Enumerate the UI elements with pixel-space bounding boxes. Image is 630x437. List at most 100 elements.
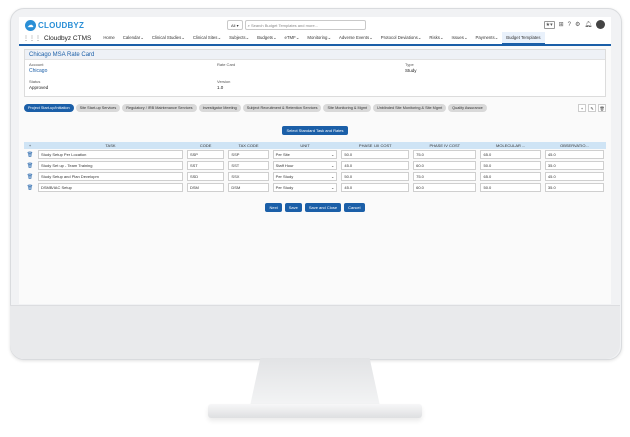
category-tab[interactable]: Quality Assurance (448, 104, 487, 112)
category-tab[interactable]: Project Start-up/Initiation (24, 104, 74, 112)
cell-value: 45.0 (344, 163, 353, 168)
cell-input[interactable]: 60.0 (413, 161, 477, 170)
cell-input[interactable]: Study Set up - Team Training (38, 161, 183, 170)
account-link[interactable]: Chicago (29, 68, 47, 74)
user-avatar[interactable] (596, 20, 605, 29)
cell-input[interactable]: 45.0 (544, 172, 604, 181)
nav-item[interactable]: Adverse Events ⌄ (335, 32, 377, 43)
nav-item[interactable]: Issues ⌄ (448, 32, 472, 43)
cell-input[interactable]: SST (186, 161, 225, 170)
next-button[interactable]: Next (265, 203, 282, 212)
cell-input[interactable]: 75.0 (413, 172, 477, 181)
delete-row-icon[interactable]: 🗑︎ (24, 149, 36, 160)
cell-input[interactable]: 65.0 (480, 172, 541, 181)
nav-item[interactable]: Budget Templates (502, 32, 545, 45)
cell-input[interactable]: DSM (228, 183, 269, 192)
unit-select[interactable]: Per Study ⌄ (272, 172, 338, 181)
chevron-down-icon[interactable]: ⌄ (440, 35, 444, 41)
nav-item[interactable]: Clinical Sites ⌄ (189, 32, 225, 43)
chevron-down-icon[interactable]: ⌄ (181, 35, 185, 41)
nav-item[interactable]: Budgets ⌄ (253, 32, 280, 43)
chevron-down-icon[interactable]: ⌄ (140, 35, 144, 41)
cell-input[interactable]: 50.0 (480, 183, 541, 192)
add-icon[interactable]: + (578, 104, 586, 112)
cell-input[interactable]: 35.0 (544, 161, 604, 170)
cell-input[interactable]: 65.0 (480, 150, 541, 159)
nav-item[interactable]: Monitoring ⌄ (303, 32, 335, 43)
save-button[interactable]: Save (284, 203, 302, 212)
chevron-down-icon[interactable]: ⌄ (327, 35, 331, 41)
nav-item-label: Subjects (229, 35, 246, 40)
cell-input[interactable]: 45.0 (341, 183, 410, 192)
delete-row-icon[interactable]: 🗑︎ (24, 182, 36, 193)
notifications-bell-icon[interactable]: 🔔︎ (584, 21, 592, 28)
column-header: OBSERVATIO... (542, 142, 606, 149)
chevron-down-icon[interactable]: ⌄ (296, 35, 300, 41)
app-launcher-icon[interactable]: ⋮⋮⋮ (23, 35, 41, 42)
cell-input[interactable]: DSMB/IAC Setup (38, 183, 183, 192)
cancel-button[interactable]: Cancel (344, 203, 365, 212)
cell-value: DSMB/IAC Setup (41, 185, 72, 190)
category-tab[interactable]: Site Monitoring & Mgmt (323, 104, 371, 112)
favorites-icon[interactable]: ★▾ (543, 20, 555, 29)
search-input[interactable]: ⌕ Search Budget Templates and more... (244, 20, 366, 30)
delete-trash-icon[interactable]: 🗑︎ (598, 104, 606, 112)
nav-item[interactable]: Home (99, 32, 118, 43)
unit-select[interactable]: Per Site ⌄ (272, 150, 338, 159)
select-standard-task-button[interactable]: Select Standard Task and Rates (282, 126, 348, 135)
category-tab[interactable]: Site Start-up Services (75, 104, 121, 112)
table-cell: 45.0 (543, 149, 606, 160)
search-scope-select[interactable]: All ▾ (227, 20, 243, 30)
nav-item[interactable]: Risks ⌄ (425, 32, 447, 43)
chevron-down-icon[interactable]: ⌄ (418, 35, 422, 41)
category-tab[interactable]: Regulatory / IRB Maintenance Services (122, 104, 197, 112)
category-tab[interactable]: Investigator Meeting (198, 104, 241, 112)
add-row-icon[interactable]: + (24, 142, 36, 149)
category-tab[interactable]: Unblinded Site Monitoring & Site Mgmt (372, 104, 447, 112)
nav-item[interactable]: Protocol Deviations ⌄ (377, 32, 426, 43)
settings-gear-icon[interactable]: ⚙ (575, 21, 580, 28)
help-icon[interactable]: ? (568, 22, 571, 28)
cell-input[interactable]: SSP (186, 150, 225, 159)
nav-item[interactable]: Payments ⌄ (472, 32, 503, 43)
cell-input[interactable]: Study Setup Per Location (38, 150, 183, 159)
chevron-down-icon[interactable]: ⌄ (495, 35, 499, 41)
cell-input[interactable]: Study Setup and Plan Developm (38, 172, 183, 181)
cell-value: 75.0 (416, 152, 424, 157)
cell-input[interactable]: 45.0 (341, 161, 410, 170)
category-tab[interactable]: Subject Recruitment & Retention Services (242, 104, 322, 112)
chevron-down-icon[interactable]: ⌄ (369, 35, 373, 41)
unit-select[interactable]: Staff Hour ⌄ (272, 161, 338, 170)
table-header-row: + TASK CODE TAX CODE UNIT PHASE I-III COST PH… (24, 142, 606, 149)
cell-input[interactable]: DSM (186, 183, 225, 192)
chevron-down-icon[interactable]: ⌄ (273, 35, 277, 41)
nav-item[interactable]: Calendar ⌄ (119, 32, 148, 43)
chevron-down-icon[interactable]: ⌄ (246, 35, 250, 41)
cell-input[interactable]: SSX (228, 172, 269, 181)
nav-item[interactable]: eTMF ⌄ (281, 32, 304, 43)
nav-item[interactable]: Subjects ⌄ (225, 32, 253, 43)
cell-input[interactable]: 50.0 (480, 161, 541, 170)
chevron-down-icon[interactable]: ⌄ (217, 35, 221, 41)
cell-input[interactable]: 60.0 (413, 183, 477, 192)
add-icon[interactable]: ⊞ (559, 21, 564, 28)
cell-input[interactable]: 50.0 (341, 172, 410, 181)
cell-input[interactable]: SSD (186, 172, 225, 181)
nav-item[interactable]: Clinical Studies ⌄ (148, 32, 189, 43)
cell-input[interactable]: SST (228, 161, 269, 170)
search-placeholder: Search Budget Templates and more... (250, 22, 319, 28)
cell-input[interactable]: 35.0 (544, 183, 604, 192)
delete-row-icon[interactable]: 🗑︎ (24, 160, 36, 171)
cell-input[interactable]: 50.0 (341, 150, 410, 159)
cell-input[interactable]: 75.0 (413, 150, 477, 159)
chevron-down-icon[interactable]: ⌄ (464, 35, 468, 41)
brand-logo: ☁ CLOUDBYZ (25, 19, 84, 31)
chevron-down-icon: ⌄ (331, 185, 335, 190)
save-and-close-button[interactable]: Save and Close (304, 203, 342, 212)
search-scope-value: All (231, 22, 236, 28)
unit-select[interactable]: Per Study ⌄ (272, 183, 338, 192)
edit-pencil-icon[interactable]: ✎ (588, 104, 596, 112)
delete-row-icon[interactable]: 🗑︎ (24, 171, 36, 182)
cell-input[interactable]: SSP (228, 150, 269, 159)
cell-input[interactable]: 45.0 (544, 150, 604, 159)
